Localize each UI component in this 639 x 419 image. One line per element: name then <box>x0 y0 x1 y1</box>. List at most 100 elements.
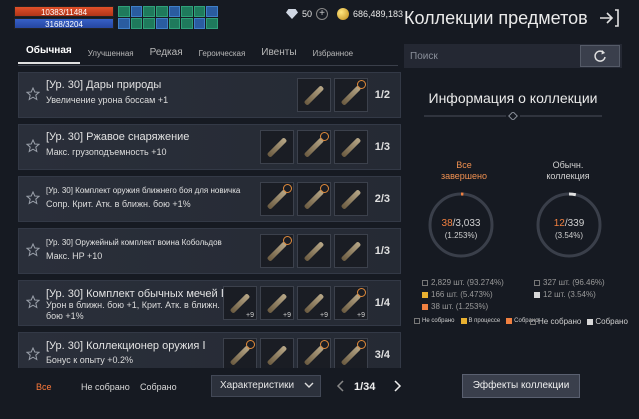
collection-progress: 1/3 <box>374 245 390 257</box>
favorite-star-icon[interactable] <box>26 191 40 205</box>
gold-currency: 686,489,183 <box>337 8 403 20</box>
key-swatch <box>530 318 536 325</box>
favorite-star-icon[interactable] <box>26 295 40 309</box>
normal-total: /339 <box>564 218 585 229</box>
dagger-item-slot[interactable] <box>297 182 331 216</box>
sword-item-slot[interactable] <box>297 130 331 164</box>
armor-item-slot[interactable] <box>334 130 368 164</box>
hp-bar: 10383/11484 <box>14 6 114 17</box>
collection-title: [Ур. 30] Дары природы <box>46 79 162 91</box>
knife-item-slot[interactable] <box>260 234 294 268</box>
collection-bonus: Макс. грузоподъемность +10 <box>46 147 167 157</box>
list-item[interactable]: [Ур. 30] Оружейный комплект воина Коболь… <box>18 228 401 274</box>
spear-item-slot[interactable] <box>334 234 368 268</box>
favorite-star-icon[interactable] <box>26 139 40 153</box>
sword-item-slot[interactable]: +9 <box>297 286 331 320</box>
collection-items <box>223 338 368 368</box>
chevron-right-icon[interactable] <box>392 380 402 392</box>
collection-bonus: Урон в ближн. бою +1, Крит. Атк. в ближн… <box>46 300 220 321</box>
normal-done: 12 <box>553 218 565 229</box>
all-done: 38 <box>441 218 453 229</box>
collection-items <box>260 182 368 216</box>
spear-icon <box>340 240 362 262</box>
buff-icons[interactable] <box>118 6 218 29</box>
chevron-left-icon[interactable] <box>336 380 346 392</box>
list-item[interactable]: [Ур. 30] Ржавое снаряжение Макс. грузопо… <box>18 124 401 170</box>
sword-item-slot[interactable] <box>223 338 257 368</box>
collection-items: +9 +9 +9 +9 <box>223 286 368 320</box>
dagger-item-slot[interactable] <box>260 182 294 216</box>
gloves-item-slot[interactable] <box>260 130 294 164</box>
tab-rare[interactable]: Редкая <box>142 47 191 64</box>
sword-item-slot[interactable]: +9 <box>223 286 257 320</box>
buff-icon <box>143 18 155 29</box>
normal-collection-label: Обычн. коллекция <box>546 160 590 181</box>
collection-effects-button[interactable]: Эффекты коллекции <box>462 374 580 398</box>
staff-item-slot[interactable] <box>334 78 368 112</box>
favorite-star-icon[interactable] <box>26 347 40 361</box>
stats-dropdown[interactable]: Характеристики <box>211 375 321 397</box>
crossbow-item-slot[interactable] <box>297 234 331 268</box>
collection-title: [Ур. 30] Комплект оружия ближнего боя дл… <box>46 186 241 195</box>
list-item[interactable]: [Ур. 30] Комплект обычных мечей Ⅱ Урон в… <box>18 280 401 326</box>
enchant-level: +9 <box>320 312 328 319</box>
tab-favorites[interactable]: Избранное <box>305 49 362 64</box>
sword-item-slot[interactable] <box>260 338 294 368</box>
buff-icon <box>155 18 168 29</box>
list-item[interactable]: [Ур. 30] Коллекционер оружия Ⅰ Бонус к о… <box>18 332 401 368</box>
legend-swatch <box>534 279 540 286</box>
filter-all[interactable]: Все <box>36 382 52 392</box>
check-icon <box>283 236 292 245</box>
page-title: Коллекции предметов <box>404 8 588 28</box>
collection-bonus: Макс. HP +10 <box>46 251 103 261</box>
sword-item-slot[interactable]: +9 <box>334 286 368 320</box>
buff-icon <box>206 6 218 17</box>
key-item: Не собрано <box>530 317 581 326</box>
collection-bonus: Увеличение урона боссам +1 <box>46 95 169 105</box>
enchant-level: +9 <box>246 312 254 319</box>
collection-progress: 1/2 <box>374 89 390 101</box>
filter-not-collected[interactable]: Не собрано <box>81 382 130 392</box>
exit-icon[interactable] <box>598 8 620 28</box>
search-input[interactable] <box>404 44 580 68</box>
legend-collected: 38 шт. (1.253%) <box>422 302 488 311</box>
buff-icon <box>168 18 181 29</box>
collection-title: [Ур. 30] Комплект обычных мечей Ⅱ <box>46 288 227 300</box>
buff-icon <box>181 18 193 29</box>
gem-currency: 50 + <box>286 8 329 20</box>
list-item[interactable]: [Ур. 30] Дары природы Увеличение урона б… <box>18 72 401 118</box>
sword-item-slot[interactable]: +9 <box>260 286 294 320</box>
add-gems-button[interactable]: + <box>316 8 329 20</box>
buff-icon <box>143 6 155 17</box>
key-swatch <box>506 318 513 324</box>
all-count: 38/3,033 <box>426 218 496 229</box>
tab-events[interactable]: Ивенты <box>253 47 304 64</box>
mp-bar: 3168/3204 <box>14 18 114 29</box>
all-total: /3,033 <box>452 218 481 229</box>
key-swatch <box>587 318 594 325</box>
buff-icon <box>130 6 143 17</box>
list-item[interactable]: [Ур. 30] Комплект оружия ближнего боя дл… <box>18 176 401 222</box>
tab-common[interactable]: Обычная <box>18 45 80 64</box>
refresh-button[interactable] <box>580 45 620 67</box>
collection-list[interactable]: [Ур. 30] Дары природы Увеличение урона б… <box>18 72 401 368</box>
tab-improved[interactable]: Улучшенная <box>80 49 142 64</box>
buff-icon <box>155 6 168 17</box>
bow-item-slot[interactable] <box>297 78 331 112</box>
sword-item-slot[interactable] <box>297 338 331 368</box>
tab-divider <box>18 65 398 66</box>
key-text: Не собрано <box>538 317 582 326</box>
tab-heroic[interactable]: Героическая <box>191 49 254 64</box>
favorite-star-icon[interactable] <box>26 243 40 257</box>
coin-icon <box>337 8 349 20</box>
page-indicator: 1/34 <box>354 381 376 393</box>
sword-icon <box>303 292 325 314</box>
favorite-star-icon[interactable] <box>26 87 40 101</box>
info-title: Информация о коллекции <box>428 90 598 106</box>
sword-item-slot[interactable] <box>334 338 368 368</box>
enchant-level: +9 <box>283 312 291 319</box>
check-icon <box>320 340 329 349</box>
key-text: В процессе <box>468 318 501 324</box>
dagger-item-slot[interactable] <box>334 182 368 216</box>
filter-collected[interactable]: Собрано <box>140 382 177 392</box>
